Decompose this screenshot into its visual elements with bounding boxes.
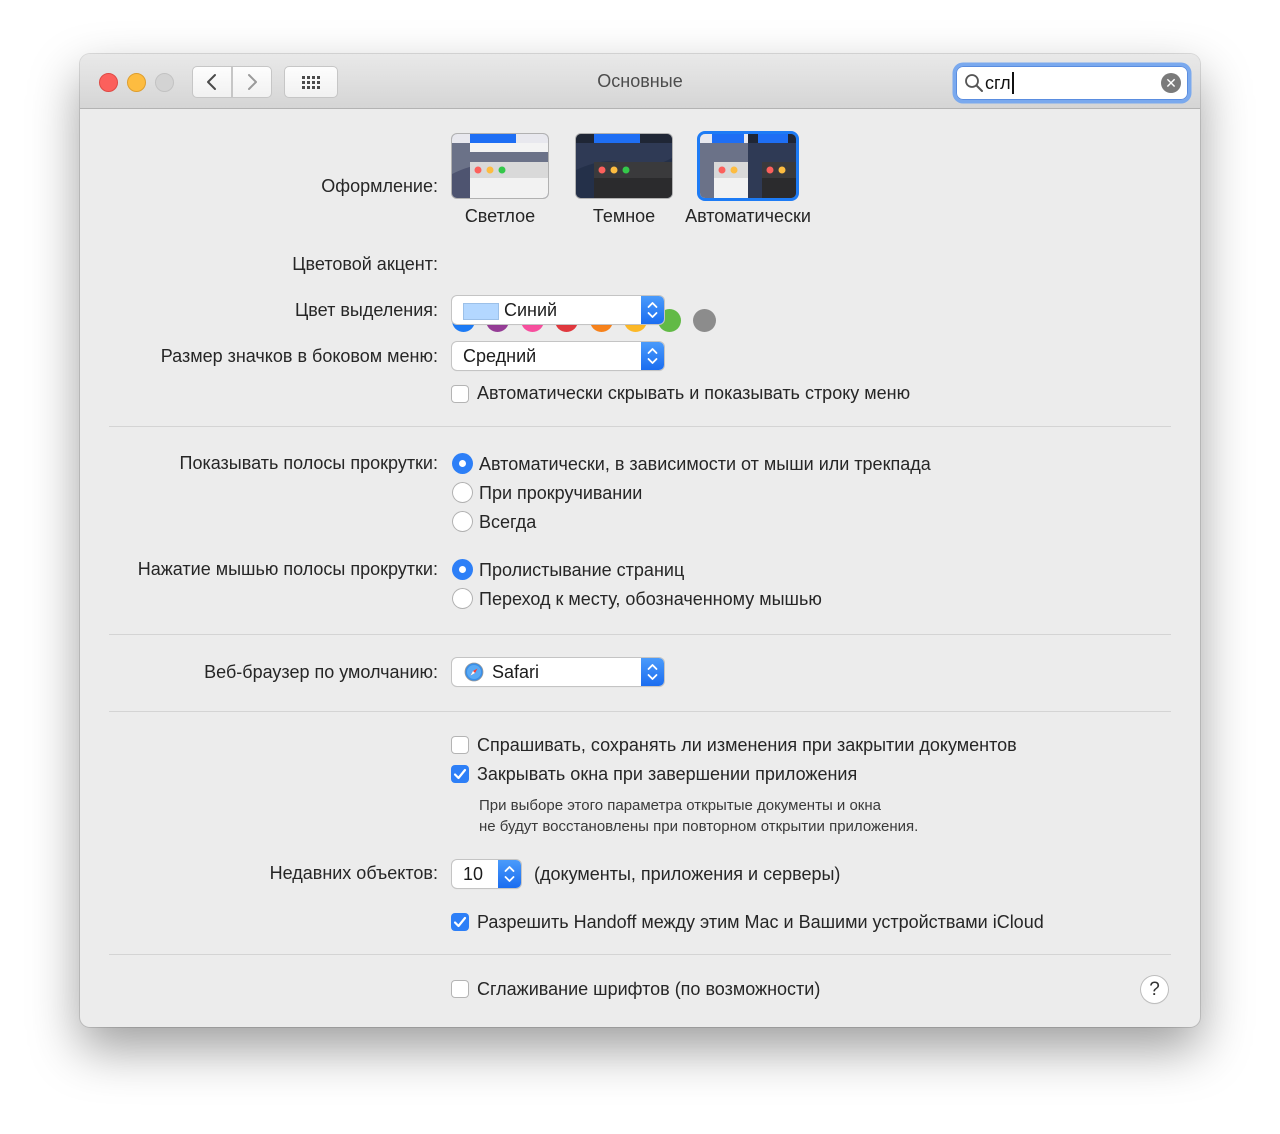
autohide-menu-checkbox[interactable] bbox=[451, 385, 469, 403]
updown-chevron-icon bbox=[504, 866, 515, 882]
recent-items-label: Недавних объектов: bbox=[269, 863, 438, 883]
updown-chevron-icon bbox=[647, 302, 658, 318]
appearance-light-thumbnail[interactable] bbox=[452, 134, 548, 198]
highlight-color-label: Цвет выделения: bbox=[294, 300, 438, 320]
appearance-auto-label[interactable]: Автоматически bbox=[668, 206, 828, 227]
scrollbars-always-label[interactable]: Всегда bbox=[479, 512, 536, 533]
divider bbox=[109, 634, 1171, 635]
scrollbars-scrolling-radio[interactable] bbox=[452, 482, 473, 503]
scroll-click-page-radio[interactable] bbox=[452, 559, 473, 580]
scroll-click-spot-label[interactable]: Переход к месту, обозначенному мышью bbox=[479, 589, 822, 610]
light-mode-preview-icon bbox=[452, 134, 548, 198]
handoff-label[interactable]: Разрешить Handoff между этим Mac и Вашим… bbox=[477, 912, 1044, 933]
text-caret bbox=[1012, 72, 1014, 94]
updown-chevron-icon bbox=[647, 348, 658, 364]
safari-icon bbox=[464, 662, 484, 682]
accent-color-label: Цветовой акцент: bbox=[292, 254, 438, 274]
general-preferences-pane: Оформление: Светлое Темное Автоматически… bbox=[80, 109, 1200, 1027]
title-bar: Основные сгл ✕ bbox=[80, 54, 1200, 109]
scrollbars-auto-label[interactable]: Автоматически, в зависимости от мыши или… bbox=[479, 454, 931, 475]
default-browser-popup[interactable]: Safari bbox=[452, 658, 664, 686]
autohide-menu-label[interactable]: Автоматически скрывать и показывать стро… bbox=[477, 383, 910, 404]
appearance-label: Оформление: bbox=[321, 176, 438, 196]
scroll-click-page-label[interactable]: Пролистывание страниц bbox=[479, 560, 684, 581]
preferences-window: Основные сгл ✕ Оформление: Светлое Темно… bbox=[80, 54, 1200, 1027]
scroll-click-label: Нажатие мышью полосы прокрутки: bbox=[137, 559, 438, 579]
search-icon bbox=[965, 74, 983, 92]
popup-stepper bbox=[498, 860, 521, 888]
accent-swatch-graphite[interactable] bbox=[692, 309, 716, 332]
close-windows-note-line1: При выборе этого параметра открытые доку… bbox=[479, 797, 881, 814]
highlight-color-popup[interactable]: Синий bbox=[452, 296, 664, 324]
search-field[interactable]: сгл ✕ bbox=[956, 66, 1188, 100]
show-scrollbars-label: Показывать полосы прокрутки: bbox=[179, 453, 438, 473]
sidebar-icon-size-popup[interactable]: Средний bbox=[452, 342, 664, 370]
search-input[interactable]: сгл bbox=[985, 73, 1011, 94]
close-windows-note-line2: не будут восстановлены при повторном отк… bbox=[479, 818, 919, 835]
clear-search-icon[interactable]: ✕ bbox=[1161, 73, 1181, 93]
dark-mode-preview-icon bbox=[576, 134, 672, 198]
font-smoothing-checkbox[interactable] bbox=[451, 980, 469, 998]
ask-save-label[interactable]: Спрашивать, сохранять ли изменения при з… bbox=[477, 735, 1017, 756]
updown-chevron-icon bbox=[647, 664, 658, 680]
divider bbox=[109, 426, 1171, 427]
highlight-color-value: Синий bbox=[504, 300, 558, 320]
close-windows-label[interactable]: Закрывать окна при завершении приложения bbox=[477, 764, 857, 785]
popup-stepper bbox=[641, 296, 664, 324]
sidebar-icon-size-value: Средний bbox=[463, 346, 537, 366]
checkmark-icon bbox=[453, 768, 467, 780]
handoff-checkbox[interactable] bbox=[451, 913, 469, 931]
sidebar-icon-size-label: Размер значков в боковом меню: bbox=[160, 346, 438, 366]
close-windows-checkbox[interactable] bbox=[451, 765, 469, 783]
default-browser-label: Веб-браузер по умолчанию: bbox=[204, 662, 438, 682]
ask-save-checkbox[interactable] bbox=[451, 736, 469, 754]
popup-stepper bbox=[641, 658, 664, 686]
help-button[interactable]: ? bbox=[1141, 976, 1168, 1003]
font-smoothing-label[interactable]: Сглаживание шрифтов (по возможности) bbox=[477, 979, 820, 1000]
appearance-auto-thumbnail[interactable] bbox=[700, 134, 796, 198]
scrollbars-always-radio[interactable] bbox=[452, 511, 473, 532]
appearance-dark-thumbnail[interactable] bbox=[576, 134, 672, 198]
default-browser-value: Safari bbox=[492, 662, 540, 682]
highlight-color-swatch bbox=[463, 303, 499, 320]
scrollbars-auto-radio[interactable] bbox=[452, 453, 473, 474]
checkmark-icon bbox=[453, 916, 467, 928]
scroll-click-spot-radio[interactable] bbox=[452, 588, 473, 609]
popup-stepper bbox=[641, 342, 664, 370]
auto-mode-preview-icon bbox=[700, 134, 796, 198]
divider bbox=[109, 954, 1171, 955]
scrollbars-scrolling-label[interactable]: При прокручивании bbox=[479, 483, 642, 504]
recent-items-value: 10 bbox=[463, 864, 484, 884]
divider bbox=[109, 711, 1171, 712]
recent-items-suffix: (документы, приложения и серверы) bbox=[534, 864, 841, 884]
recent-items-popup[interactable]: 10 bbox=[452, 860, 521, 888]
